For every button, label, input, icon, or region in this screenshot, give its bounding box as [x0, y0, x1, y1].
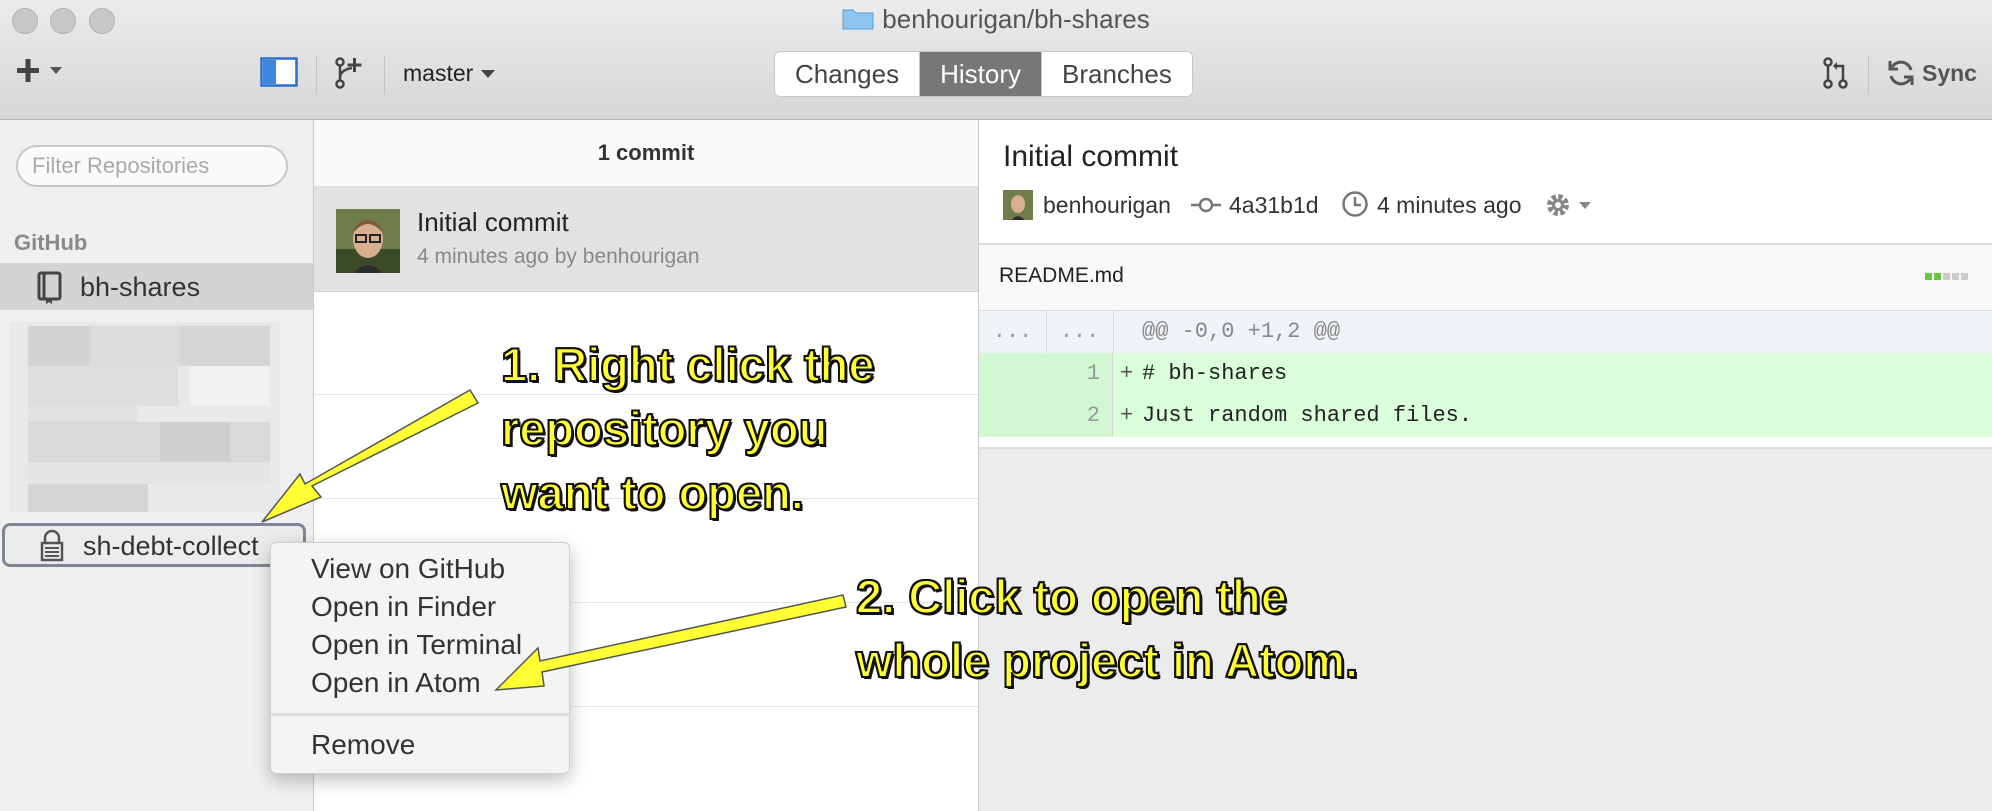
arrow-to-open-in-atom: [494, 594, 847, 691]
annotation-line: whole project in Atom.: [855, 633, 1359, 688]
annotation-line: repository you: [500, 401, 828, 456]
arrow-to-repository: [261, 388, 480, 523]
annotation-line: 2. Click to open the: [855, 569, 1288, 624]
annotation-line: want to open.: [500, 465, 805, 520]
annotation-step-1: 1. Right click the repository you want t…: [500, 333, 875, 525]
annotation-line: 1. Right click the: [500, 337, 875, 392]
annotation-step-2: 2. Click to open the whole project in At…: [855, 565, 1359, 693]
